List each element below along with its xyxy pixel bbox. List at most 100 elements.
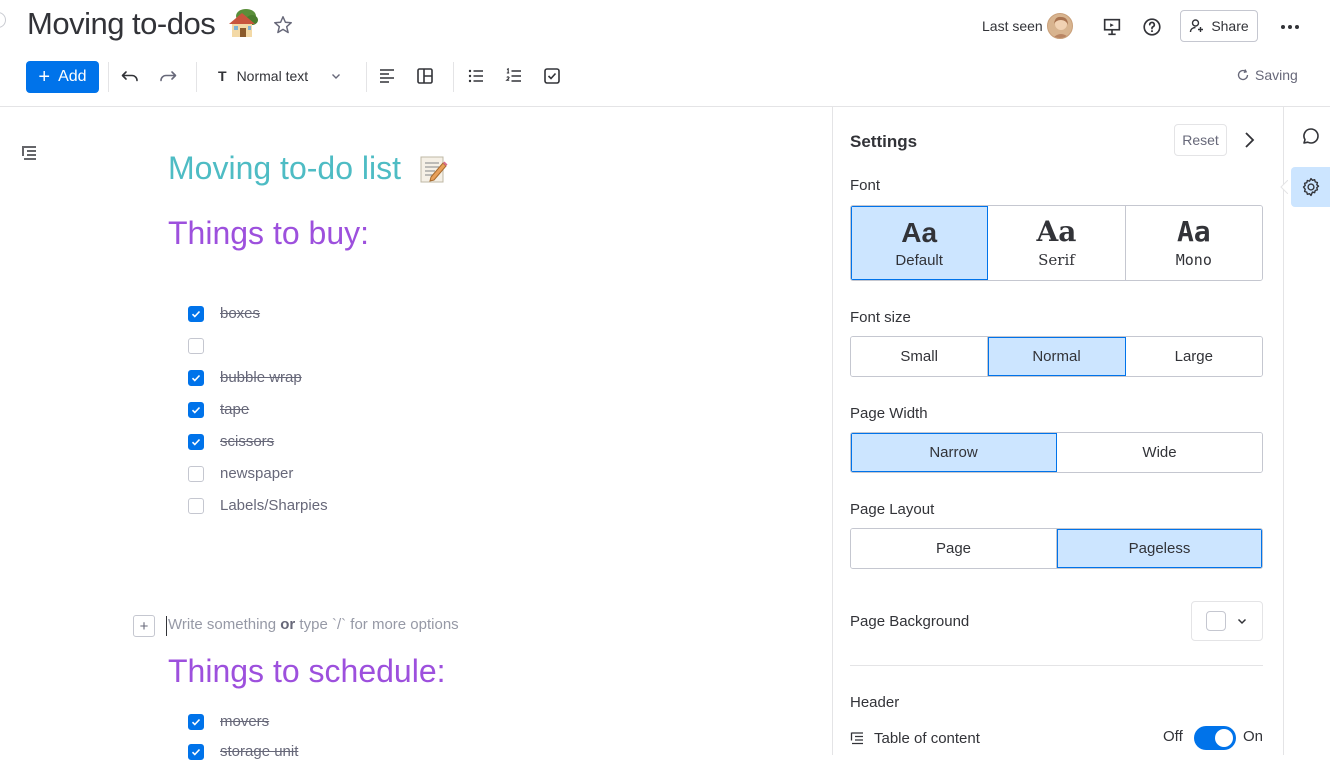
- section-heading-schedule[interactable]: Things to schedule:: [168, 653, 446, 690]
- numbered-list-icon[interactable]: [503, 65, 525, 87]
- todo-checkbox[interactable]: [188, 306, 204, 322]
- todo-item: [188, 336, 204, 356]
- font-option[interactable]: Aa Mono: [1125, 206, 1262, 280]
- page-background-picker[interactable]: [1191, 601, 1263, 641]
- outline-icon: [850, 732, 863, 745]
- redo-icon[interactable]: [157, 65, 179, 87]
- font-sample: Aa: [1176, 215, 1211, 248]
- page-width-label: Page Width: [850, 405, 928, 422]
- gear-icon: [1302, 177, 1320, 197]
- share-user-icon: [1190, 19, 1204, 33]
- text-style-dropdown[interactable]: T Normal text: [214, 64, 342, 88]
- size-option[interactable]: Small: [851, 337, 989, 376]
- bullet-list-icon[interactable]: [465, 65, 487, 87]
- font-selector: Aa Default Aa Serif Aa Mono: [850, 205, 1263, 281]
- chevron-down-icon: [332, 74, 341, 79]
- check-icon: [191, 374, 201, 382]
- toggle-off-label: Off: [1163, 728, 1183, 745]
- font-size-label: Font size: [850, 309, 911, 326]
- check-icon: [191, 748, 201, 756]
- checklist-icon[interactable]: [541, 65, 563, 87]
- font-option[interactable]: Aa Default: [851, 206, 989, 280]
- edge-circle-icon[interactable]: [0, 12, 6, 28]
- toolbar-divider: [453, 62, 454, 92]
- help-icon[interactable]: [1141, 16, 1163, 38]
- layout-option[interactable]: Pageless: [1057, 529, 1262, 568]
- todo-checkbox[interactable]: [188, 402, 204, 418]
- todo-checkbox[interactable]: [188, 744, 204, 760]
- todo-text[interactable]: bubble wrap: [220, 368, 302, 388]
- add-block-button[interactable]: +: [133, 615, 155, 637]
- memo-emoji-icon: [420, 156, 448, 183]
- todo-text[interactable]: movers: [220, 712, 269, 732]
- todo-text[interactable]: scissors: [220, 432, 274, 452]
- chat-icon[interactable]: [1300, 125, 1322, 147]
- todo-checkbox[interactable]: [188, 466, 204, 482]
- todo-text[interactable]: Labels/Sharpies: [220, 496, 328, 516]
- todo-text[interactable]: tape: [220, 400, 249, 420]
- font-name: Default: [895, 251, 943, 269]
- reset-button[interactable]: Reset: [1174, 124, 1227, 156]
- font-sample: Aa: [1036, 215, 1077, 248]
- toolbar-divider: [196, 62, 197, 92]
- todo-checkbox[interactable]: [188, 498, 204, 514]
- placeholder-text-end: type `/` for more options: [295, 616, 459, 633]
- panel-pointer: [1280, 180, 1288, 194]
- width-option[interactable]: Wide: [1057, 433, 1262, 472]
- todo-text[interactable]: storage unit: [220, 742, 298, 762]
- page-background-label: Page Background: [850, 613, 970, 630]
- star-icon[interactable]: [272, 14, 294, 36]
- avatar[interactable]: [1047, 13, 1073, 39]
- todo-text[interactable]: newspaper: [220, 464, 293, 484]
- size-option[interactable]: Normal: [988, 337, 1126, 376]
- width-option[interactable]: Narrow: [851, 433, 1057, 472]
- more-icon[interactable]: [1278, 16, 1302, 38]
- todo-item: scissors: [188, 432, 274, 452]
- todo-checkbox[interactable]: [188, 714, 204, 730]
- todo-text[interactable]: boxes: [220, 304, 260, 324]
- chevron-right-icon[interactable]: [1238, 129, 1260, 151]
- todo-checkbox[interactable]: [188, 434, 204, 450]
- top-bar: Moving to-dos Last seen Share + Add T No…: [0, 0, 1330, 107]
- placeholder-or: or: [280, 616, 296, 633]
- todo-checkbox[interactable]: [188, 338, 204, 354]
- share-label: Share: [1211, 18, 1249, 34]
- settings-panel: Settings Reset Font Aa Default Aa Serif Aa Mo…: [832, 107, 1283, 755]
- plus-icon: +: [38, 66, 51, 88]
- document-title[interactable]: Moving to-dos: [27, 6, 216, 42]
- text-icon: T: [218, 68, 227, 84]
- toc-toggle[interactable]: [1194, 726, 1236, 750]
- todo-item: Labels/Sharpies: [188, 496, 328, 516]
- layout-option[interactable]: Page: [851, 529, 1057, 568]
- settings-rail-button[interactable]: [1291, 167, 1330, 207]
- house-emoji-icon: [229, 9, 258, 37]
- todo-item: bubble wrap: [188, 368, 302, 388]
- refresh-icon: [1237, 69, 1249, 81]
- todo-item: boxes: [188, 304, 260, 324]
- font-option[interactable]: Aa Serif: [988, 206, 1126, 280]
- layout-icon[interactable]: [414, 65, 436, 87]
- size-option[interactable]: Large: [1125, 337, 1262, 376]
- font-size-selector: Small Normal Large: [850, 336, 1263, 377]
- toolbar-divider: [366, 62, 367, 92]
- editor-placeholder[interactable]: Write something or type `/` for more opt…: [168, 616, 459, 633]
- check-icon: [191, 438, 201, 446]
- page-width-selector: Narrow Wide: [850, 432, 1263, 473]
- font-label: Font: [850, 177, 881, 194]
- undo-icon[interactable]: [119, 65, 141, 87]
- font-name: Mono: [1175, 251, 1212, 269]
- outline-icon[interactable]: [20, 142, 40, 162]
- chevron-down-icon: [1237, 618, 1247, 625]
- present-icon[interactable]: [1101, 16, 1123, 38]
- last-seen-label: Last seen: [982, 18, 1043, 34]
- table-of-content-row: Table of content Off On: [850, 726, 1263, 750]
- check-icon: [191, 310, 201, 318]
- font-name: Serif: [1038, 251, 1075, 269]
- todo-checkbox[interactable]: [188, 370, 204, 386]
- add-button[interactable]: + Add: [26, 61, 99, 93]
- todo-item: newspaper: [188, 464, 293, 484]
- section-heading-buy[interactable]: Things to buy:: [168, 215, 369, 252]
- align-left-icon[interactable]: [376, 65, 398, 87]
- main-heading[interactable]: Moving to-do list: [168, 150, 401, 187]
- share-button[interactable]: Share: [1180, 10, 1258, 42]
